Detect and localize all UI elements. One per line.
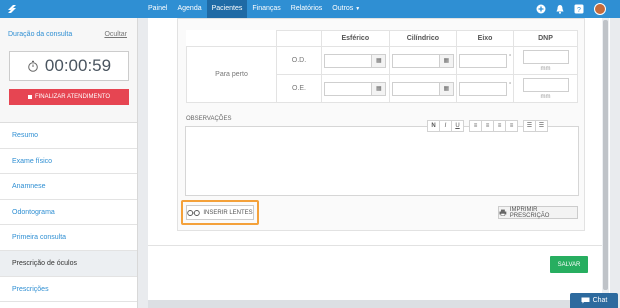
dnp-oe-input[interactable] <box>522 77 569 92</box>
scrollbar-thumb[interactable] <box>603 20 608 290</box>
table-eye-header <box>276 30 322 47</box>
table-empty-header <box>186 30 277 47</box>
chevron-down-icon: ▼ <box>355 6 361 12</box>
page-bottom <box>148 300 610 308</box>
chat-button[interactable]: Chat <box>570 293 618 308</box>
editor-toolbar: N I U ≡ ≡ ≡ ≡ ☰ ☰ <box>427 120 548 132</box>
unit-mm: mm <box>540 65 551 72</box>
printer-icon <box>499 209 507 216</box>
row-label-od: O.D. <box>276 46 322 75</box>
insert-lenses-button[interactable]: INSERIR LENTES <box>186 205 254 220</box>
menu-resumo[interactable]: Resumo <box>0 123 137 149</box>
cell-esferico-od: ▦ <box>321 46 390 75</box>
header-dnp: DNP <box>513 30 578 47</box>
degree-symbol: ° <box>509 81 512 88</box>
menu-exame-fisico[interactable]: Exame físico <box>0 149 137 175</box>
observations-editor[interactable] <box>185 126 579 196</box>
header-cilindrico: Cilíndrico <box>388 30 458 47</box>
observations-label: OBSERVAÇÕES <box>186 116 232 122</box>
row-label-oe: O.E. <box>276 74 322 103</box>
cell-dnp-oe: mm <box>513 74 578 103</box>
cilindrico-oe-input[interactable] <box>391 81 440 96</box>
nav-relatorios[interactable]: Relatórios <box>286 0 328 18</box>
timer-box: 00:00:59 <box>9 51 129 81</box>
header-eixo: Eixo <box>456 30 514 47</box>
menu-prescricoes[interactable]: Prescrições <box>0 277 137 303</box>
eixo-oe-input[interactable] <box>459 81 508 96</box>
top-navbar: Painel Agenda Pacientes Finanças Relatór… <box>0 0 620 18</box>
degree-symbol: ° <box>509 53 512 60</box>
menu-prescricao-oculos[interactable]: Prescrição de óculos <box>0 250 137 277</box>
nav-financas[interactable]: Finanças <box>247 0 285 18</box>
menu-odontograma[interactable]: Odontograma <box>0 200 137 226</box>
grid-icon[interactable]: ▦ <box>439 81 454 96</box>
print-prescription-button[interactable]: IMPRIMIR PRESCRIÇÃO <box>498 206 578 219</box>
help-icon[interactable]: ? <box>574 4 584 14</box>
grid-icon[interactable]: ▦ <box>439 53 454 68</box>
esferico-oe-input[interactable] <box>324 81 373 96</box>
sidebar: Duração da consulta Ocultar 00:00:59 FIN… <box>0 18 138 308</box>
nav-agenda[interactable]: Agenda <box>172 0 206 18</box>
dnp-od-input[interactable] <box>522 49 569 64</box>
consultation-timer-panel: Duração da consulta Ocultar 00:00:59 FIN… <box>0 18 137 123</box>
consultation-duration-title: Duração da consulta <box>8 31 73 38</box>
top-icons: ? <box>527 3 606 15</box>
svg-text:?: ? <box>577 7 581 14</box>
underline-button[interactable]: U <box>451 120 464 132</box>
eixo-od-input[interactable] <box>459 53 508 68</box>
menu-primeira-consulta[interactable]: Primeira consulta <box>0 225 137 251</box>
esferico-od-input[interactable] <box>324 53 373 68</box>
cell-dnp-od: mm <box>513 46 578 75</box>
cell-eixo-oe: ° <box>456 74 514 103</box>
unit-mm: mm <box>540 93 551 100</box>
insert-lenses-label: INSERIR LENTES <box>203 209 253 216</box>
cilindrico-od-input[interactable] <box>391 53 440 68</box>
end-consultation-label: FINALIZAR ATENDIMENTO <box>34 94 111 100</box>
grid-icon[interactable]: ▦ <box>372 53 387 68</box>
grid-icon[interactable]: ▦ <box>372 81 387 96</box>
align-justify-button[interactable]: ≡ <box>505 120 518 132</box>
print-prescription-label: IMPRIMIR PRESCRIÇÃO <box>509 206 550 219</box>
end-consultation-button[interactable]: FINALIZAR ATENDIMENTO <box>9 89 129 105</box>
add-circle-icon[interactable] <box>536 4 546 14</box>
user-avatar[interactable] <box>594 3 606 15</box>
cilindrico-od-field: ▦ <box>391 53 454 68</box>
cell-eixo-od: ° <box>456 46 514 75</box>
numbered-list-button[interactable]: ☰ <box>535 120 548 132</box>
cell-cilindrico-od: ▦ <box>388 46 458 75</box>
esferico-od-field: ▦ <box>324 53 387 68</box>
menu-anamnese[interactable]: Anamnese <box>0 174 137 200</box>
nav-pacientes[interactable]: Pacientes <box>206 0 248 18</box>
prescription-table: Esférico Cilíndrico Eixo DNP Para perto … <box>186 30 578 103</box>
esferico-oe-field: ▦ <box>324 81 387 96</box>
hide-link[interactable]: Ocultar <box>104 31 127 38</box>
patient-menu: Resumo Exame físico Anamnese Odontograma… <box>0 123 137 303</box>
nav-painel[interactable]: Painel <box>143 0 172 18</box>
chat-label: Chat <box>592 297 608 304</box>
stop-icon <box>27 95 32 99</box>
divider <box>148 245 602 246</box>
stopwatch-icon <box>28 60 38 72</box>
cell-esferico-oe: ▦ <box>321 74 390 103</box>
app-logo-icon[interactable] <box>6 3 18 15</box>
save-button[interactable]: SALVAR <box>550 256 588 273</box>
main-nav: Painel Agenda Pacientes Finanças Relatór… <box>143 0 365 18</box>
header-esferico: Esférico <box>321 30 390 47</box>
cell-cilindrico-oe: ▦ <box>388 74 458 103</box>
glasses-icon <box>187 210 201 216</box>
timer-display: 00:00:59 <box>44 56 112 75</box>
nav-outros[interactable]: Outros ▼ <box>327 0 365 18</box>
cilindrico-oe-field: ▦ <box>391 81 454 96</box>
chat-icon <box>581 297 590 304</box>
row-group-para-perto: Para perto <box>186 46 277 103</box>
bell-icon[interactable] <box>555 4 565 14</box>
table-row-od: Para perto O.D. ▦ ▦ ° mm <box>186 46 578 103</box>
nav-outros-label: Outros <box>332 5 354 12</box>
